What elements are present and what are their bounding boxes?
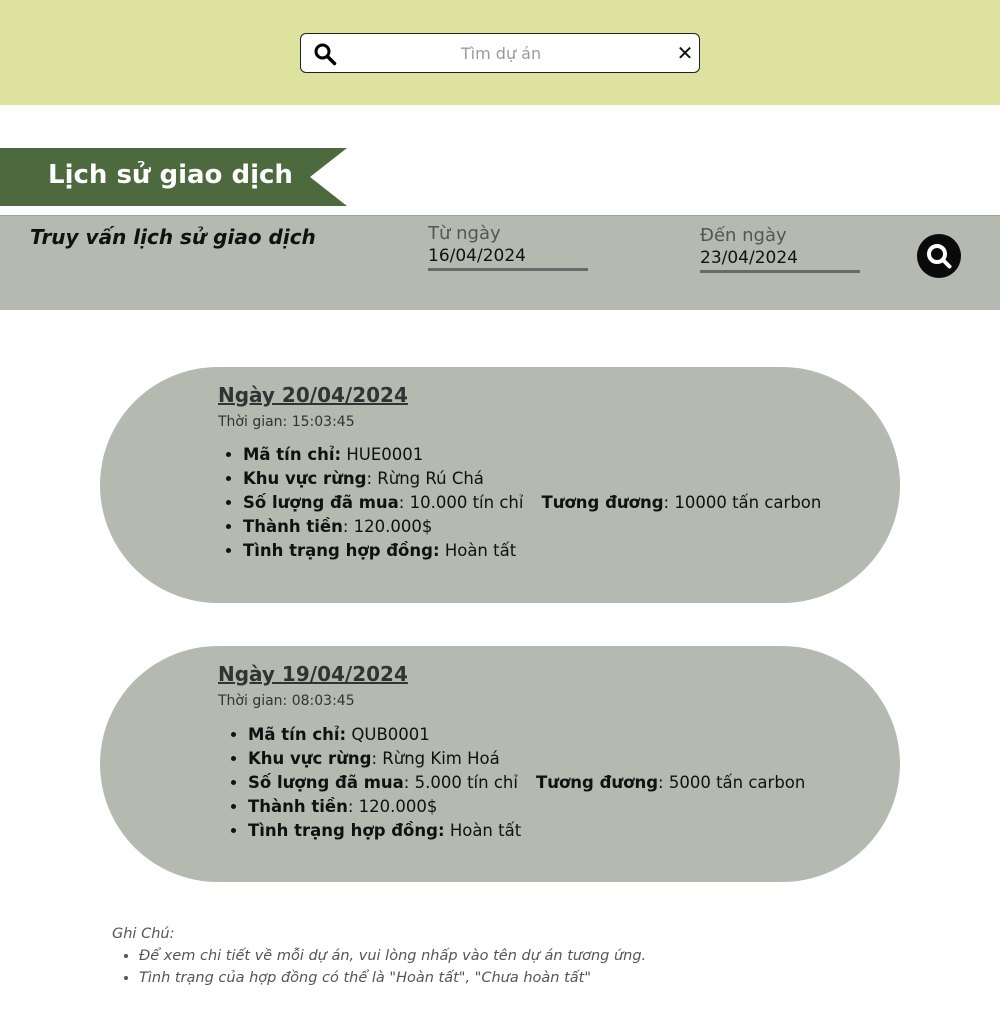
- query-panel: Truy vấn lịch sử giao dịch Từ ngày 16/04…: [0, 215, 1000, 310]
- field-label: Tương đương: [541, 493, 664, 512]
- project-search-input[interactable]: [351, 40, 651, 66]
- transaction-time: Thời gian: 08:03:45: [218, 693, 355, 709]
- field-label: Khu vực rừng: [248, 749, 372, 768]
- search-icon: [927, 244, 952, 269]
- section-ribbon: Lịch sử giao dịch: [0, 148, 347, 206]
- forest-area: : Rừng Kim Hoá: [371, 749, 500, 768]
- note-item: Để xem chi tiết về mỗi dự án, vui lòng n…: [139, 945, 646, 967]
- credit-code: QUB0001: [351, 725, 430, 744]
- list-item: Tình trạng hợp đồng: Hoàn tất: [248, 819, 805, 843]
- forest-area: : Rừng Rú Chá: [366, 469, 484, 488]
- to-date-underline: [700, 270, 860, 273]
- field-label: Thành tiền: [248, 797, 348, 816]
- field-label: Tình trạng hợp đồng:: [243, 541, 440, 560]
- close-icon[interactable]: ✕: [675, 43, 695, 63]
- transaction-details: Mã tín chỉ: HUE0001 Khu vực rừng: Rừng R…: [243, 443, 821, 563]
- query-search-button[interactable]: [917, 234, 961, 278]
- transaction-details: Mã tín chỉ: QUB0001 Khu vực rừng: Rừng K…: [248, 723, 805, 843]
- list-item: Khu vực rừng: Rừng Rú Chá: [243, 467, 821, 491]
- list-item: Số lượng đã mua: 5.000 tín chỉ Tương đươn…: [248, 771, 805, 795]
- transaction-card: Ngày 19/04/2024 Thời gian: 08:03:45 Mã t…: [100, 646, 900, 882]
- carbon-equivalent: : 10000 tấn carbon: [663, 493, 822, 512]
- notes-section: Ghi Chú: Để xem chi tiết về mỗi dự án, v…: [112, 923, 646, 989]
- contract-status: Hoàn tất: [449, 821, 522, 840]
- list-item: Khu vực rừng: Rừng Kim Hoá: [248, 747, 805, 771]
- field-label: Tương đương: [535, 773, 659, 792]
- page-title: Lịch sử giao dịch: [48, 160, 293, 190]
- transaction-date-link[interactable]: Ngày 20/04/2024: [218, 383, 408, 407]
- total-amount: : 120.000$: [347, 797, 438, 816]
- query-title: Truy vấn lịch sử giao dịch: [30, 225, 316, 249]
- transaction-time: Thời gian: 15:03:45: [218, 414, 355, 430]
- list-item: Thành tiền: 120.000$: [243, 515, 821, 539]
- field-label: Thành tiền: [243, 517, 343, 536]
- list-item: Tình trạng hợp đồng: Hoàn tất: [243, 539, 821, 563]
- search-icon[interactable]: [313, 42, 337, 66]
- notes-list: Để xem chi tiết về mỗi dự án, vui lòng n…: [139, 945, 646, 989]
- list-item: Số lượng đã mua: 10.000 tín chỉ Tương đươ…: [243, 491, 821, 515]
- field-label: Tình trạng hợp đồng:: [248, 821, 445, 840]
- total-amount: : 120.000$: [342, 517, 433, 536]
- list-item: Mã tín chỉ: HUE0001: [243, 443, 821, 467]
- purchased-quantity: : 10.000 tín chỉ: [398, 493, 524, 512]
- from-date-input[interactable]: 16/04/2024: [428, 246, 588, 266]
- transaction-card: Ngày 20/04/2024 Thời gian: 15:03:45 Mã t…: [100, 367, 900, 603]
- field-label: Mã tín chỉ:: [248, 725, 347, 744]
- carbon-equivalent: : 5000 tấn carbon: [658, 773, 806, 792]
- contract-status: Hoàn tất: [444, 541, 517, 560]
- list-item: Mã tín chỉ: QUB0001: [248, 723, 805, 747]
- transaction-date-link[interactable]: Ngày 19/04/2024: [218, 662, 408, 686]
- to-date-label: Đến ngày: [700, 225, 787, 246]
- top-bar: ✕: [0, 0, 1000, 105]
- from-date-underline: [428, 268, 588, 271]
- field-label: Số lượng đã mua: [248, 773, 404, 792]
- field-label: Số lượng đã mua: [243, 493, 399, 512]
- field-label: Mã tín chỉ:: [243, 445, 342, 464]
- note-item: Tình trạng của hợp đồng có thể là "Hoàn …: [139, 967, 646, 989]
- from-date-field[interactable]: Từ ngày 16/04/2024: [428, 223, 588, 271]
- to-date-field[interactable]: Đến ngày 23/04/2024: [700, 225, 860, 273]
- project-search-box[interactable]: ✕: [300, 33, 700, 73]
- credit-code: HUE0001: [346, 445, 424, 464]
- purchased-quantity: : 5.000 tín chỉ: [403, 773, 518, 792]
- from-date-label: Từ ngày: [428, 223, 501, 244]
- to-date-input[interactable]: 23/04/2024: [700, 248, 860, 268]
- list-item: Thành tiền: 120.000$: [248, 795, 805, 819]
- notes-title: Ghi Chú:: [112, 926, 175, 942]
- field-label: Khu vực rừng: [243, 469, 367, 488]
